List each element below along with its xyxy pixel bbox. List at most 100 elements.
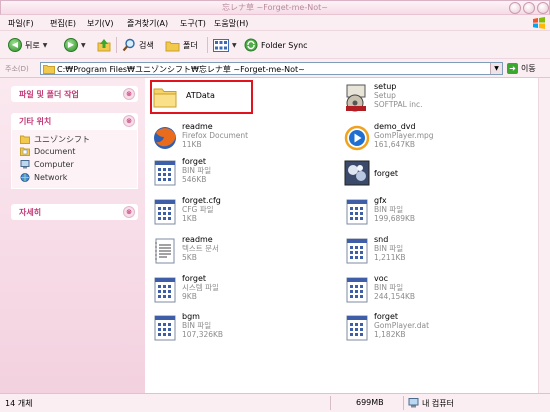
menu-view[interactable]: 보기(V) xyxy=(87,18,113,29)
other-places-header[interactable]: 기타 위치 ⊗ xyxy=(11,113,138,129)
views-button[interactable]: ▼ xyxy=(213,37,237,53)
file-forget-cfg[interactable]: forget.cfg CFG 파일 1KB xyxy=(150,196,290,232)
chevron-down-icon: ▼ xyxy=(42,41,48,49)
file-forget-dat[interactable]: forget GomPlayer.dat 1,182KB xyxy=(342,312,492,348)
application-icon xyxy=(344,160,370,186)
menu-edit[interactable]: 편집(E) xyxy=(50,18,76,29)
file-type: BIN 파일 xyxy=(374,244,404,253)
file-forget-exe[interactable]: forget xyxy=(342,157,492,193)
folder-sync-label: Folder Sync xyxy=(261,40,308,50)
file-size: 1KB xyxy=(182,214,197,223)
file-readme-firefox[interactable]: readme Firefox Document 11KB xyxy=(150,122,290,158)
folder-icon xyxy=(43,65,55,74)
file-type: Setup xyxy=(374,91,396,100)
computer-icon xyxy=(408,398,419,408)
collapse-chevron-icon[interactable]: ⊗ xyxy=(123,88,135,100)
file-type: GomPlayer.mpg xyxy=(374,131,434,140)
file-type: GomPlayer.dat xyxy=(374,321,430,330)
go-button[interactable]: ➜ 이동 xyxy=(507,63,536,74)
file-size: 1,182KB xyxy=(374,330,406,339)
file-name: voc xyxy=(374,274,389,283)
file-size: 199,689KB xyxy=(374,214,416,223)
search-icon xyxy=(122,38,135,52)
file-forget-sys[interactable]: forget 시스템 파일 9KB xyxy=(150,274,290,310)
other-place-label: Computer xyxy=(34,160,74,169)
generic-file-icon xyxy=(154,160,176,186)
vertical-scrollbar[interactable] xyxy=(538,78,550,393)
views-icon xyxy=(213,38,229,52)
other-place-computer[interactable]: Computer xyxy=(20,160,74,169)
other-place-label: ユニゾンシフト xyxy=(34,135,90,144)
file-size: 107,326KB xyxy=(182,330,224,339)
address-bar: 주소(D) C:₩Program Files₩ユニゾンシフト₩忘レナ草 ~For… xyxy=(0,59,550,78)
collapse-chevron-icon[interactable]: ⊗ xyxy=(123,115,135,127)
file-name: setup xyxy=(374,82,397,91)
file-forget-bin[interactable]: forget BIN 파일 546KB xyxy=(150,157,290,193)
other-place-unisonshift[interactable]: ユニゾンシフト xyxy=(20,134,90,145)
file-size: 5KB xyxy=(182,253,197,262)
setup-icon xyxy=(346,84,366,112)
toolbar-separator xyxy=(116,37,117,53)
forward-button[interactable]: ▶ ▼ xyxy=(64,37,86,53)
search-button[interactable]: 검색 xyxy=(122,37,154,53)
address-label: 주소(D) xyxy=(5,65,29,73)
collapse-chevron-icon[interactable]: ⊗ xyxy=(123,206,135,218)
menu-file[interactable]: 파일(F) xyxy=(8,18,34,29)
other-place-document[interactable]: Document xyxy=(20,147,75,156)
other-place-network[interactable]: Network xyxy=(20,173,67,182)
status-size: 699MB xyxy=(356,398,384,407)
folders-button[interactable]: 폴더 xyxy=(165,37,198,53)
file-name: demo_dvd xyxy=(374,122,416,131)
file-tasks-header[interactable]: 파일 및 폴더 작업 ⊗ xyxy=(11,86,138,102)
file-size: SOFTPAL inc. xyxy=(374,100,423,109)
menu-favorites[interactable]: 즐겨찾기(A) xyxy=(127,18,168,29)
menu-bar: 파일(F) 편집(E) 보기(V) 즐겨찾기(A) 도구(T) 도움말(H) xyxy=(0,15,550,31)
firefox-icon xyxy=(154,127,176,149)
file-size: 9KB xyxy=(182,292,197,301)
up-folder-button[interactable] xyxy=(97,37,111,53)
address-input[interactable]: C:₩Program Files₩ユニゾンシフト₩忘レナ草 ~Forget-me… xyxy=(40,62,503,75)
file-type: BIN 파일 xyxy=(374,205,404,214)
address-dropdown-button[interactable]: ▼ xyxy=(490,63,502,74)
file-size: 546KB xyxy=(182,175,207,184)
chevron-down-icon: ▼ xyxy=(232,41,237,49)
status-separator xyxy=(330,396,331,410)
address-path: C:₩Program Files₩ユニゾンシフト₩忘レナ草 ~Forget-me… xyxy=(57,65,305,74)
file-name: readme xyxy=(182,122,213,131)
file-name: forget xyxy=(374,312,398,321)
generic-file-icon xyxy=(346,315,368,341)
file-bgm[interactable]: bgm BIN 파일 107,326KB xyxy=(150,312,290,348)
back-button[interactable]: ◀ 뒤로 ▼ xyxy=(8,37,47,53)
file-voc[interactable]: voc BIN 파일 244,154KB xyxy=(342,274,492,310)
generic-file-icon xyxy=(346,238,368,264)
documents-icon xyxy=(20,147,30,156)
file-snd[interactable]: snd BIN 파일 1,211KB xyxy=(342,235,492,271)
file-gfx[interactable]: gfx BIN 파일 199,689KB xyxy=(342,196,492,232)
minimize-button[interactable] xyxy=(509,2,521,14)
up-folder-icon xyxy=(97,39,111,52)
windows-logo-icon xyxy=(533,17,545,29)
status-object-count: 14 개체 xyxy=(5,399,33,408)
file-type: BIN 파일 xyxy=(182,166,212,175)
file-size: 161,647KB xyxy=(374,140,416,149)
selection-highlight xyxy=(150,80,253,114)
status-location: 내 컴퓨터 xyxy=(422,399,454,408)
search-label: 검색 xyxy=(139,40,154,50)
file-size: 244,154KB xyxy=(374,292,416,301)
task-pane: 파일 및 폴더 작업 ⊗ 기타 위치 ⊗ ユニゾンシフト Document Co… xyxy=(0,78,145,393)
generic-file-icon xyxy=(346,199,368,225)
folder-sync-button[interactable]: Folder Sync xyxy=(244,37,308,53)
file-size: 1,211KB xyxy=(374,253,406,262)
file-readme-text[interactable]: readme 텍스트 문서 5KB xyxy=(150,235,290,271)
file-name: bgm xyxy=(182,312,200,321)
menu-tools[interactable]: 도구(T) xyxy=(180,18,206,29)
maximize-button[interactable] xyxy=(523,2,535,14)
file-demo-dvd[interactable]: demo_dvd GomPlayer.mpg 161,647KB xyxy=(342,122,492,158)
file-setup[interactable]: setup Setup SOFTPAL inc. xyxy=(342,82,492,118)
other-place-label: Network xyxy=(34,173,68,182)
generic-file-icon xyxy=(154,199,176,225)
file-name: forget xyxy=(182,274,206,283)
menu-help[interactable]: 도움말(H) xyxy=(214,18,248,29)
details-header[interactable]: 자세히 ⊗ xyxy=(11,204,138,220)
close-button[interactable] xyxy=(537,2,549,14)
